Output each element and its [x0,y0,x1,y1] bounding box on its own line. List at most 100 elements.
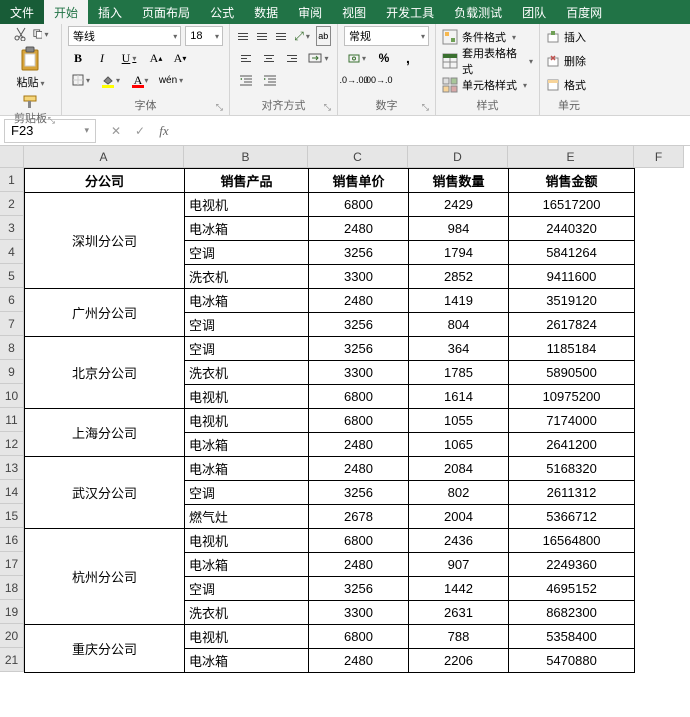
cell[interactable]: 5890500 [509,361,635,385]
menu-tab-8[interactable]: 负载测试 [444,0,512,24]
cell[interactable]: 北京分公司 [25,337,185,409]
cell[interactable]: 武汉分公司 [25,457,185,529]
row-header-7[interactable]: 7 [0,312,24,336]
cell[interactable]: 分公司 [25,169,185,193]
col-header-C[interactable]: C [308,146,408,168]
font-decrease-icon[interactable]: A▾ [170,48,190,68]
cell[interactable]: 电视机 [185,193,309,217]
col-header-D[interactable]: D [408,146,508,168]
cell[interactable]: 2004 [409,505,509,529]
cell[interactable]: 燃气灶 [185,505,309,529]
cell[interactable]: 电视机 [185,385,309,409]
cell[interactable]: 2084 [409,457,509,481]
cell[interactable] [635,241,685,265]
menu-tab-3[interactable]: 公式 [200,0,244,24]
cell[interactable]: 电视机 [185,625,309,649]
cell[interactable]: 364 [409,337,509,361]
row-header-5[interactable]: 5 [0,264,24,288]
col-header-F[interactable]: F [634,146,684,168]
italic-button[interactable]: I [92,48,112,68]
phonetic-button[interactable]: wén [158,70,184,90]
align-bottom-icon[interactable] [274,26,289,46]
row-header-11[interactable]: 11 [0,408,24,432]
row-header-9[interactable]: 9 [0,360,24,384]
cell[interactable]: 2631 [409,601,509,625]
cell[interactable]: 2641200 [509,433,635,457]
select-all-corner[interactable] [0,146,24,168]
menu-tab-5[interactable]: 审阅 [288,0,332,24]
cell[interactable]: 4695152 [509,577,635,601]
cell[interactable]: 重庆分公司 [25,625,185,673]
cell[interactable]: 8682300 [509,601,635,625]
cell[interactable] [635,433,685,457]
format-as-table-button[interactable]: 套用表格格式 [442,50,533,72]
row-header-17[interactable]: 17 [0,552,24,576]
cell[interactable] [635,649,685,673]
cell[interactable] [635,361,685,385]
cell[interactable]: 2249360 [509,553,635,577]
cell[interactable]: 2206 [409,649,509,673]
col-header-A[interactable]: A [24,146,184,168]
format-painter-icon[interactable] [23,94,39,110]
increase-decimal-icon[interactable]: .0→.00 [344,70,364,90]
cell[interactable]: 电冰箱 [185,289,309,313]
cell[interactable]: 5358400 [509,625,635,649]
cell[interactable]: 空调 [185,313,309,337]
cell[interactable]: 3300 [309,265,409,289]
cell[interactable]: 空调 [185,481,309,505]
cell[interactable] [635,529,685,553]
number-format-combo[interactable]: 常规 [344,26,429,46]
cell[interactable]: 3300 [309,361,409,385]
cell[interactable]: 电冰箱 [185,457,309,481]
cell[interactable] [635,505,685,529]
cell[interactable]: 802 [409,481,509,505]
align-center-icon[interactable] [259,48,278,68]
fill-color-button[interactable] [98,70,124,90]
row-header-15[interactable]: 15 [0,504,24,528]
underline-button[interactable]: U [116,48,142,68]
merge-button[interactable] [306,48,331,68]
menu-tab-6[interactable]: 视图 [332,0,376,24]
row-header-10[interactable]: 10 [0,384,24,408]
cell[interactable]: 杭州分公司 [25,529,185,625]
cell[interactable]: 销售数量 [409,169,509,193]
cell[interactable]: 销售产品 [185,169,309,193]
cell[interactable]: 6800 [309,409,409,433]
cell[interactable]: 6800 [309,193,409,217]
cell[interactable] [635,385,685,409]
cell[interactable] [635,409,685,433]
menu-tab-9[interactable]: 团队 [512,0,556,24]
cell[interactable]: 2617824 [509,313,635,337]
cell[interactable]: 16517200 [509,193,635,217]
cell[interactable]: 788 [409,625,509,649]
cell[interactable]: 2440320 [509,217,635,241]
copy-icon[interactable] [33,26,49,42]
cell[interactable]: 洗衣机 [185,361,309,385]
row-header-20[interactable]: 20 [0,624,24,648]
cell[interactable]: 907 [409,553,509,577]
cell[interactable] [635,265,685,289]
orientation-icon[interactable]: ⤢ [292,26,311,46]
col-header-B[interactable]: B [184,146,308,168]
paste-button[interactable]: 粘贴 [16,46,44,90]
cell[interactable]: 3519120 [509,289,635,313]
cell[interactable]: 1794 [409,241,509,265]
alignment-launcher-icon[interactable]: ⤡ [324,102,331,113]
cell[interactable]: 9411600 [509,265,635,289]
align-right-icon[interactable] [283,48,302,68]
format-cells-button[interactable]: 格式 [546,74,592,96]
align-top-icon[interactable] [236,26,251,46]
row-header-19[interactable]: 19 [0,600,24,624]
cell[interactable]: 2480 [309,553,409,577]
font-size-combo[interactable]: 18 [185,26,223,46]
cell[interactable]: 销售单价 [309,169,409,193]
cell[interactable]: 空调 [185,337,309,361]
delete-cells-button[interactable]: 删除 [546,50,592,72]
cell[interactable]: 3256 [309,481,409,505]
cell[interactable]: 电视机 [185,529,309,553]
decrease-decimal-icon[interactable]: .00→.0 [368,70,388,90]
cell[interactable]: 电视机 [185,409,309,433]
row-header-6[interactable]: 6 [0,288,24,312]
cell[interactable]: 3300 [309,601,409,625]
cell[interactable]: 电冰箱 [185,553,309,577]
